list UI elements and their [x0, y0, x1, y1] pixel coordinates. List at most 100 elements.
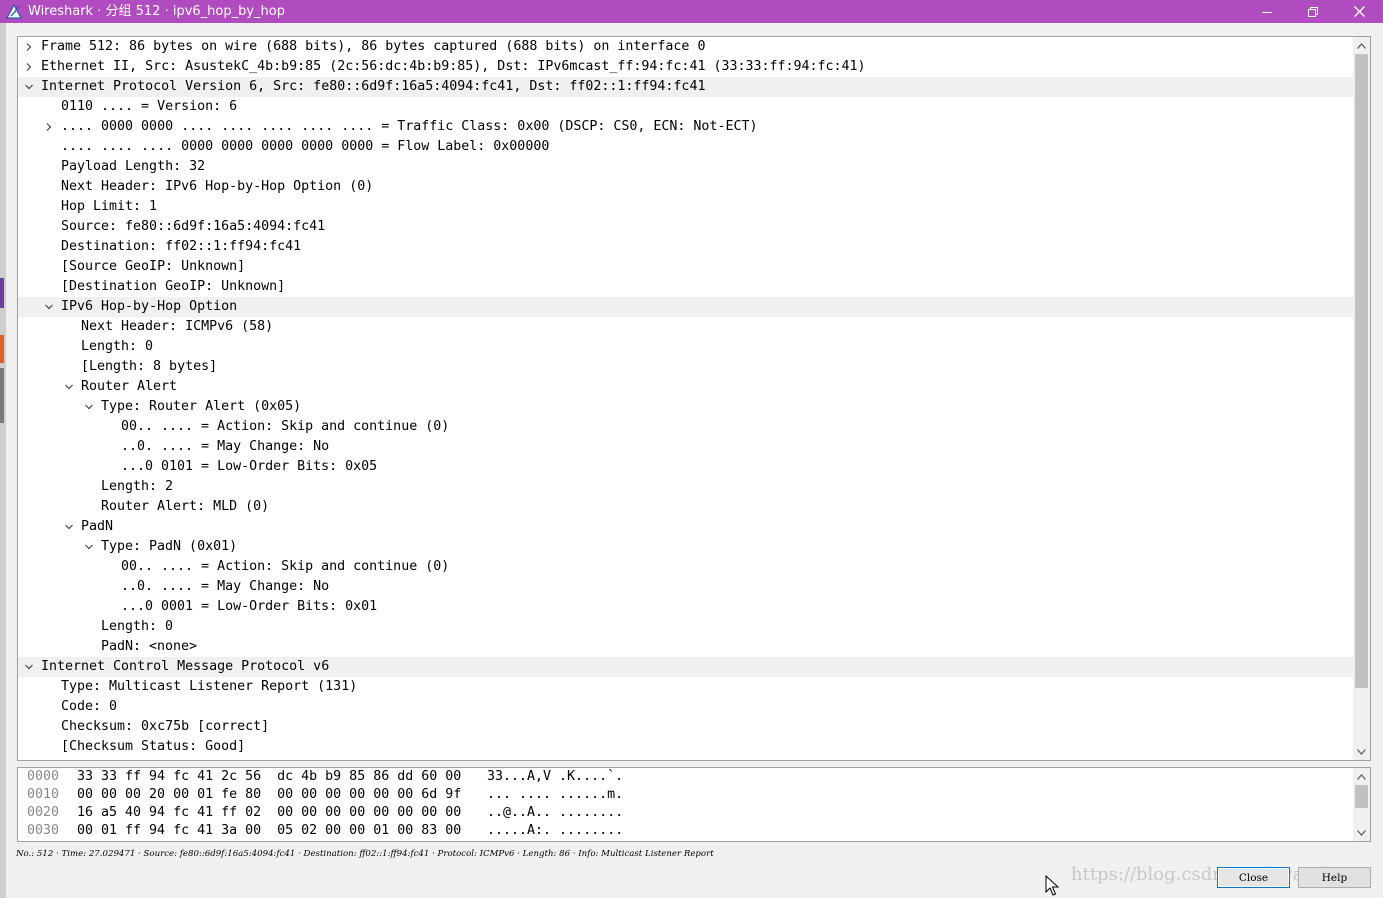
tree-row[interactable]: Payload Length: 32 [18, 157, 1354, 177]
title-bar: Wireshark · 分组 512 · ipv6_hop_by_hop [0, 0, 1383, 23]
tree-row-label: ...0 0101 = Low-Order Bits: 0x05 [121, 459, 378, 474]
tree-row-label: ...0 0001 = Low-Order Bits: 0x01 [121, 599, 378, 614]
hex-bytes: 33 33 ff 94 fc 41 2c 56 dc 4b b9 85 86 d… [77, 769, 462, 784]
tree-row[interactable]: [Destination GeoIP: Unknown] [18, 277, 1354, 297]
packet-details-tree[interactable]: Frame 512: 86 bytes on wire (688 bits), … [17, 36, 1371, 761]
tree-row[interactable]: Internet Control Message Protocol v6 [18, 657, 1354, 677]
tree-row-label: Next Header: IPv6 Hop-by-Hop Option (0) [61, 179, 374, 194]
minimize-button[interactable] [1244, 0, 1290, 23]
scrollbar-thumb[interactable] [1355, 54, 1368, 688]
tree-row[interactable]: Checksum: 0xc75b [correct] [18, 717, 1354, 737]
chevron-up-icon [1357, 773, 1366, 780]
tree-row[interactable]: Router Alert: MLD (0) [18, 497, 1354, 517]
hex-bytes: 16 a5 40 94 fc 41 ff 02 00 00 00 00 00 0… [77, 805, 462, 820]
minimize-icon [1262, 11, 1272, 13]
packet-summary-status: No.: 512 · Time: 27.029471 · Source: fe8… [16, 849, 714, 859]
tree-row[interactable]: Length: 0 [18, 337, 1354, 357]
help-button[interactable]: Help [1298, 867, 1371, 888]
tree-row[interactable]: Length: 2 [18, 477, 1354, 497]
chevron-right-icon[interactable] [44, 122, 54, 132]
tree-row-label: PadN: <none> [101, 639, 198, 654]
maximize-button[interactable] [1290, 0, 1336, 23]
chevron-down-icon[interactable] [84, 402, 94, 412]
tree-row[interactable]: PadN: <none> [18, 637, 1354, 657]
close-icon [1353, 6, 1365, 17]
tree-row[interactable]: Ethernet II, Src: AsustekC_4b:b9:85 (2c:… [18, 57, 1354, 77]
tree-row[interactable]: 00.. .... = Action: Skip and continue (0… [18, 557, 1354, 577]
tree-row-label: Length: 2 [101, 479, 174, 494]
tree-rows: Frame 512: 86 bytes on wire (688 bits), … [18, 37, 1354, 760]
bytes-vertical-scrollbar[interactable] [1353, 768, 1370, 841]
chevron-right-icon[interactable] [24, 42, 34, 52]
tree-row-label: Ethernet II, Src: AsustekC_4b:b9:85 (2c:… [41, 59, 866, 74]
tree-row[interactable]: Type: Router Alert (0x05) [18, 397, 1354, 417]
chevron-down-icon[interactable] [44, 302, 54, 312]
tree-row[interactable]: Source: fe80::6d9f:16a5:4094:fc41 [18, 217, 1354, 237]
wireshark-fin-icon [6, 4, 22, 19]
chevron-down-icon[interactable] [64, 522, 74, 532]
background-accent [0, 335, 4, 363]
tree-row[interactable]: Code: 0 [18, 697, 1354, 717]
tree-row[interactable]: ..0. .... = May Change: No [18, 577, 1354, 597]
tree-row[interactable]: Hop Limit: 1 [18, 197, 1354, 217]
tree-row[interactable]: .... 0000 0000 .... .... .... .... .... … [18, 117, 1354, 137]
tree-row-label: PadN [81, 519, 114, 534]
chevron-down-icon[interactable] [64, 382, 74, 392]
tree-row[interactable]: Next Header: ICMPv6 (58) [18, 317, 1354, 337]
close-window-button[interactable] [1336, 0, 1382, 23]
tree-row[interactable]: IPv6 Hop-by-Hop Option [18, 297, 1354, 317]
scrollbar-thumb[interactable] [1355, 785, 1368, 808]
tree-row[interactable]: Type: Multicast Listener Report (131) [18, 677, 1354, 697]
hex-ascii: ..@..A.. ........ [487, 805, 624, 820]
tree-row[interactable]: Router Alert [18, 377, 1354, 397]
chevron-up-icon [1357, 42, 1366, 49]
chevron-down-icon[interactable] [24, 662, 34, 672]
chevron-down-icon[interactable] [84, 542, 94, 552]
tree-row-label: Destination: ff02::1:ff94:fc41 [61, 239, 302, 254]
tree-row[interactable]: ..0. .... = May Change: No [18, 437, 1354, 457]
chevron-down-icon [1357, 829, 1366, 836]
tree-row-label: [Destination GeoIP: Unknown] [61, 279, 286, 294]
tree-row-label: .... .... .... 0000 0000 0000 0000 0000 … [61, 139, 550, 154]
bytes-pane[interactable]: 0000 33 33 ff 94 fc 41 2c 56 dc 4b b9 85 … [17, 767, 1371, 842]
tree-row-label: Payload Length: 32 [61, 159, 206, 174]
scroll-down-button[interactable] [1353, 743, 1370, 760]
scroll-down-button[interactable] [1353, 824, 1370, 841]
tree-row-label: Type: Multicast Listener Report (131) [61, 679, 358, 694]
tree-row[interactable]: Frame 512: 86 bytes on wire (688 bits), … [18, 37, 1354, 57]
tree-row[interactable]: Length: 0 [18, 617, 1354, 637]
scroll-up-button[interactable] [1353, 768, 1370, 785]
scroll-up-button[interactable] [1353, 37, 1370, 54]
tree-row[interactable]: [Source GeoIP: Unknown] [18, 257, 1354, 277]
tree-row[interactable]: 00.. .... = Action: Skip and continue (0… [18, 417, 1354, 437]
hex-bytes: 00 01 ff 94 fc 41 3a 00 05 02 00 00 01 0… [77, 823, 462, 838]
tree-row[interactable]: Next Header: IPv6 Hop-by-Hop Option (0) [18, 177, 1354, 197]
tree-row-label: Code: 0 [61, 699, 118, 714]
chevron-down-icon[interactable] [24, 82, 34, 92]
chevron-right-icon[interactable] [24, 62, 34, 72]
restore-icon [1308, 6, 1318, 17]
tree-row-label: Internet Control Message Protocol v6 [41, 659, 330, 674]
tree-row[interactable]: 0110 .... = Version: 6 [18, 97, 1354, 117]
tree-row[interactable]: [Length: 8 bytes] [18, 357, 1354, 377]
window-title: Wireshark · 分组 512 · ipv6_hop_by_hop [28, 4, 285, 19]
tree-row[interactable]: Destination: ff02::1:ff94:fc41 [18, 237, 1354, 257]
tree-row-label: Length: 0 [81, 339, 154, 354]
tree-row[interactable]: ...0 0101 = Low-Order Bits: 0x05 [18, 457, 1354, 477]
tree-vertical-scrollbar[interactable] [1353, 37, 1370, 760]
tree-row[interactable]: PadN [18, 517, 1354, 537]
hex-offset: 0010 [27, 787, 60, 802]
close-button[interactable]: Close [1217, 867, 1290, 888]
tree-row[interactable]: [Checksum Status: Good] [18, 737, 1354, 757]
tree-row[interactable]: Type: PadN (0x01) [18, 537, 1354, 557]
hex-offset: 0030 [27, 823, 60, 838]
tree-row-label: Type: PadN (0x01) [101, 539, 238, 554]
chevron-down-icon [1357, 748, 1366, 755]
hex-ascii: .....A:. ........ [487, 823, 624, 838]
tree-row[interactable]: .... .... .... 0000 0000 0000 0000 0000 … [18, 137, 1354, 157]
background-accent [0, 368, 4, 423]
mouse-cursor-icon [1045, 875, 1059, 896]
background-accent [0, 278, 4, 308]
tree-row[interactable]: Internet Protocol Version 6, Src: fe80::… [18, 77, 1354, 97]
tree-row[interactable]: ...0 0001 = Low-Order Bits: 0x01 [18, 597, 1354, 617]
